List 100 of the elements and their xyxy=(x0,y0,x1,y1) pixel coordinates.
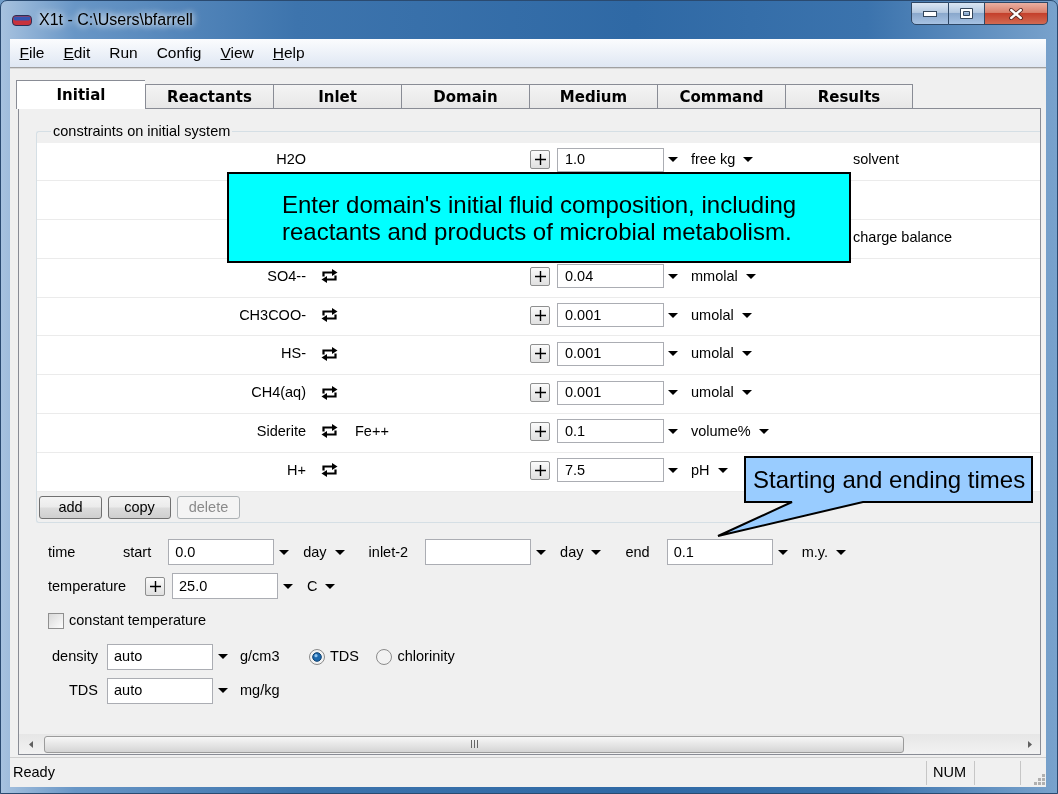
caret-icon[interactable] xyxy=(668,312,678,318)
density-label: density xyxy=(52,648,98,666)
caret-icon[interactable] xyxy=(668,273,678,279)
minimize-button[interactable] xyxy=(911,2,949,25)
caret-icon[interactable] xyxy=(668,157,678,163)
tab[interactable]: Domain xyxy=(401,84,529,108)
value-field[interactable]: 0.0 xyxy=(168,539,275,566)
caret-icon[interactable] xyxy=(668,428,678,434)
plus-button[interactable] xyxy=(145,576,165,596)
table-row[interactable]: CH3COO- 0.001 umolal xyxy=(37,297,1040,337)
menu-item[interactable]: Config xyxy=(147,39,211,66)
tab[interactable]: Results xyxy=(785,84,913,108)
value-field[interactable]: 0.04 xyxy=(557,264,664,289)
copy-button[interactable]: copy xyxy=(108,496,171,520)
swap-icon[interactable] xyxy=(321,269,338,284)
swap-species-name: Fe++ xyxy=(355,422,389,440)
maximize-button[interactable] xyxy=(949,2,985,25)
menu-item[interactable]: Help xyxy=(263,39,315,66)
scrollbar-thumb[interactable] xyxy=(44,735,904,753)
radio-label: TDS xyxy=(330,648,359,666)
plus-icon xyxy=(534,309,546,321)
callout-tooltip: Enter domain's initial fluid composition, including reactants and products of microbial metabolism. xyxy=(227,172,851,263)
unit-dropdown[interactable]: free kg xyxy=(691,151,754,169)
caret-icon[interactable] xyxy=(668,467,678,473)
value-field[interactable]: 7.5 xyxy=(557,458,664,483)
plus-button[interactable] xyxy=(530,460,550,480)
value-field[interactable] xyxy=(425,539,532,566)
tab[interactable]: Reactants xyxy=(145,84,273,108)
value-field[interactable]: 0.001 xyxy=(557,341,664,366)
minimize-icon xyxy=(923,10,937,17)
value-field[interactable]: auto xyxy=(107,677,213,704)
value-field[interactable]: 0.001 xyxy=(557,380,664,405)
plus-icon xyxy=(534,387,546,399)
add-button[interactable]: add xyxy=(39,496,102,520)
plus-icon xyxy=(534,425,546,437)
tab[interactable]: Command xyxy=(657,84,785,108)
unit-dropdown[interactable]: mmolal xyxy=(691,267,756,285)
temperature-label: temperature xyxy=(48,577,127,595)
caret-icon[interactable] xyxy=(218,654,228,660)
swap-icon[interactable] xyxy=(321,385,338,400)
radio-button[interactable] xyxy=(376,648,392,665)
unit-dropdown[interactable]: umolal xyxy=(691,306,752,324)
swap-icon[interactable] xyxy=(321,308,338,323)
table-row[interactable]: CH4(aq) 0.001 umolal xyxy=(37,375,1040,415)
plus-button[interactable] xyxy=(530,421,550,441)
plus-icon xyxy=(534,464,546,476)
species-name: HS- xyxy=(281,345,306,363)
caret-icon[interactable] xyxy=(283,583,293,589)
plus-button[interactable] xyxy=(530,305,550,325)
close-button[interactable] xyxy=(985,2,1048,25)
unit-dropdown[interactable]: C xyxy=(307,577,336,595)
value-field[interactable]: 0.001 xyxy=(557,303,664,328)
checkbox[interactable] xyxy=(48,612,64,629)
species-name: CH4(aq) xyxy=(251,384,306,402)
caret-icon xyxy=(334,549,345,555)
radio-button[interactable] xyxy=(308,648,325,665)
value-field[interactable]: 25.0 xyxy=(172,573,278,600)
field-label: end xyxy=(625,543,650,561)
left-arrow-icon[interactable] xyxy=(29,740,33,748)
caret-icon[interactable] xyxy=(777,549,788,555)
table-row[interactable]: HS- 0.001 umolal xyxy=(37,336,1040,376)
caret-icon[interactable] xyxy=(668,351,678,357)
value-field[interactable]: auto xyxy=(107,643,213,670)
plus-button[interactable] xyxy=(530,344,550,364)
species-name: CH3COO- xyxy=(239,306,306,324)
swap-icon[interactable] xyxy=(321,424,338,439)
value-field[interactable]: 0.1 xyxy=(666,539,773,566)
unit-dropdown[interactable]: m.y. xyxy=(801,543,846,561)
caret-icon[interactable] xyxy=(218,688,228,694)
caret-icon[interactable] xyxy=(279,549,290,555)
tab[interactable]: Inlet xyxy=(273,84,401,108)
value-field[interactable]: 0.1 xyxy=(557,419,664,444)
caret-icon xyxy=(717,467,728,473)
caret-icon[interactable] xyxy=(536,549,547,555)
menu-item[interactable]: Edit xyxy=(54,39,100,66)
menu-item[interactable]: Run xyxy=(99,39,148,66)
unit-dropdown[interactable]: day xyxy=(560,543,602,561)
menu-item[interactable]: File xyxy=(10,39,54,66)
tab[interactable]: Initial xyxy=(16,80,145,109)
right-arrow-icon[interactable] xyxy=(1028,740,1032,748)
caret-icon xyxy=(743,157,754,163)
swap-icon[interactable] xyxy=(321,346,338,361)
value-field[interactable]: 1.0 xyxy=(557,147,664,172)
table-row[interactable]: Siderite Fe++ 0.1 volume% xyxy=(37,414,1040,453)
note-label: charge balance xyxy=(853,229,953,246)
unit-dropdown[interactable]: umolal xyxy=(691,345,752,363)
unit-dropdown[interactable]: umolal xyxy=(691,384,752,402)
menu-item[interactable]: View xyxy=(210,39,264,66)
caret-icon[interactable] xyxy=(668,390,678,396)
plus-button[interactable] xyxy=(530,383,550,403)
swap-icon[interactable] xyxy=(321,463,338,478)
unit-dropdown[interactable]: day xyxy=(303,543,345,561)
tab[interactable]: Medium xyxy=(529,84,657,108)
caret-icon xyxy=(741,312,752,318)
plus-button[interactable] xyxy=(530,150,550,170)
caret-icon xyxy=(591,549,602,555)
resize-grip-icon[interactable] xyxy=(1034,774,1045,785)
unit-dropdown[interactable]: volume% xyxy=(691,422,769,440)
plus-button[interactable] xyxy=(530,266,550,286)
species-name: H+ xyxy=(287,461,306,479)
